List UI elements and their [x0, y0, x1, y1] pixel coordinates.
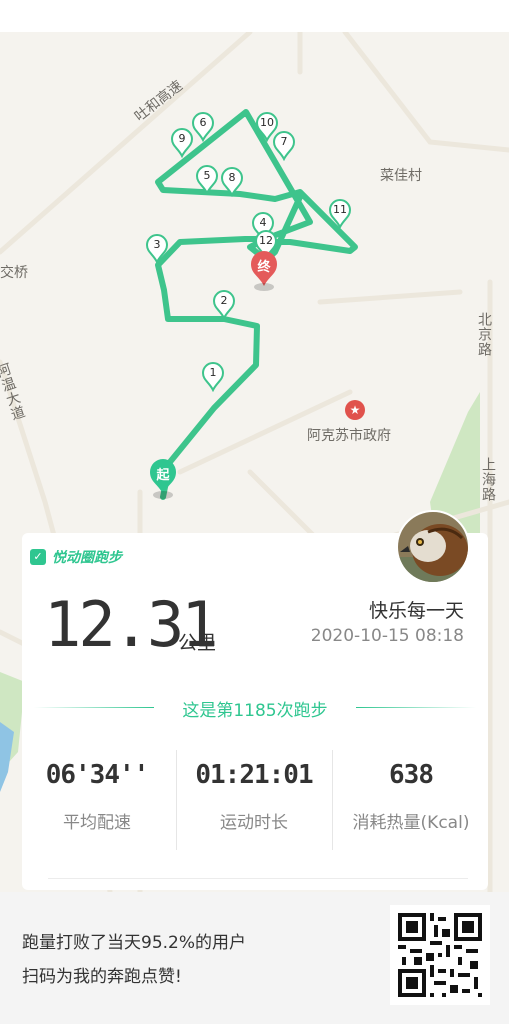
- duration-label: 运动时长: [220, 813, 288, 833]
- run-count-text: 这是第1185次跑步: [182, 701, 328, 721]
- stat-calories: 638 消耗热量(Kcal): [336, 760, 486, 833]
- map-label-beijing-road: 北京路: [476, 312, 492, 357]
- government-poi-icon[interactable]: ★: [345, 400, 365, 420]
- run-datetime: 2020-10-15 08:18: [310, 626, 464, 646]
- km-marker-1[interactable]: 1: [201, 362, 225, 392]
- km-marker-6[interactable]: 6: [191, 112, 215, 142]
- map-label-jiaoqiao: 交桥: [0, 265, 28, 281]
- distance-unit: 公里: [178, 632, 217, 654]
- top-bar: [0, 0, 509, 32]
- brand-logo: ✓ 悦动圈跑步: [30, 547, 122, 567]
- km-marker-2[interactable]: 2: [212, 290, 236, 320]
- km-marker-3[interactable]: 3: [145, 234, 169, 264]
- ranking-text: 跑量打败了当天95.2%的用户: [22, 933, 247, 953]
- km-marker-5[interactable]: 5: [195, 165, 219, 195]
- map-label-government: 阿克苏市政府: [307, 428, 391, 444]
- map-label-village: 菜佳村: [380, 168, 422, 184]
- qr-code[interactable]: [390, 905, 490, 1005]
- pace-value: 06'34'': [45, 760, 150, 790]
- map-label-shanghai-road: 上海路: [480, 457, 496, 502]
- run-count-banner: 这是第1185次跑步: [34, 694, 476, 722]
- brand-icon: ✓: [30, 549, 46, 565]
- calories-value: 638: [389, 760, 434, 790]
- card-bottom-divider: [48, 878, 468, 879]
- km-marker-9[interactable]: 9: [170, 128, 194, 158]
- stat-duration: 01:21:01 运动时长: [179, 760, 329, 833]
- stat-pace: 06'34'' 平均配速: [22, 760, 172, 833]
- divider-right: [356, 707, 476, 708]
- calories-label: 消耗热量(Kcal): [352, 813, 470, 833]
- pace-label: 平均配速: [63, 813, 131, 833]
- avatar[interactable]: [396, 510, 470, 584]
- username: 快乐每一天: [368, 600, 464, 622]
- stat-divider: [332, 750, 333, 850]
- like-prompt-text: 扫码为我的奔跑点赞!: [22, 967, 182, 987]
- km-marker-10[interactable]: 10: [255, 112, 279, 142]
- start-marker[interactable]: 起: [148, 458, 178, 499]
- km-marker-11[interactable]: 11: [328, 199, 352, 229]
- brand-name: 悦动圈跑步: [52, 550, 122, 566]
- duration-value: 01:21:01: [195, 760, 313, 790]
- end-marker[interactable]: 终: [249, 250, 279, 291]
- stat-divider: [176, 750, 177, 850]
- km-marker-8[interactable]: 8: [220, 167, 244, 197]
